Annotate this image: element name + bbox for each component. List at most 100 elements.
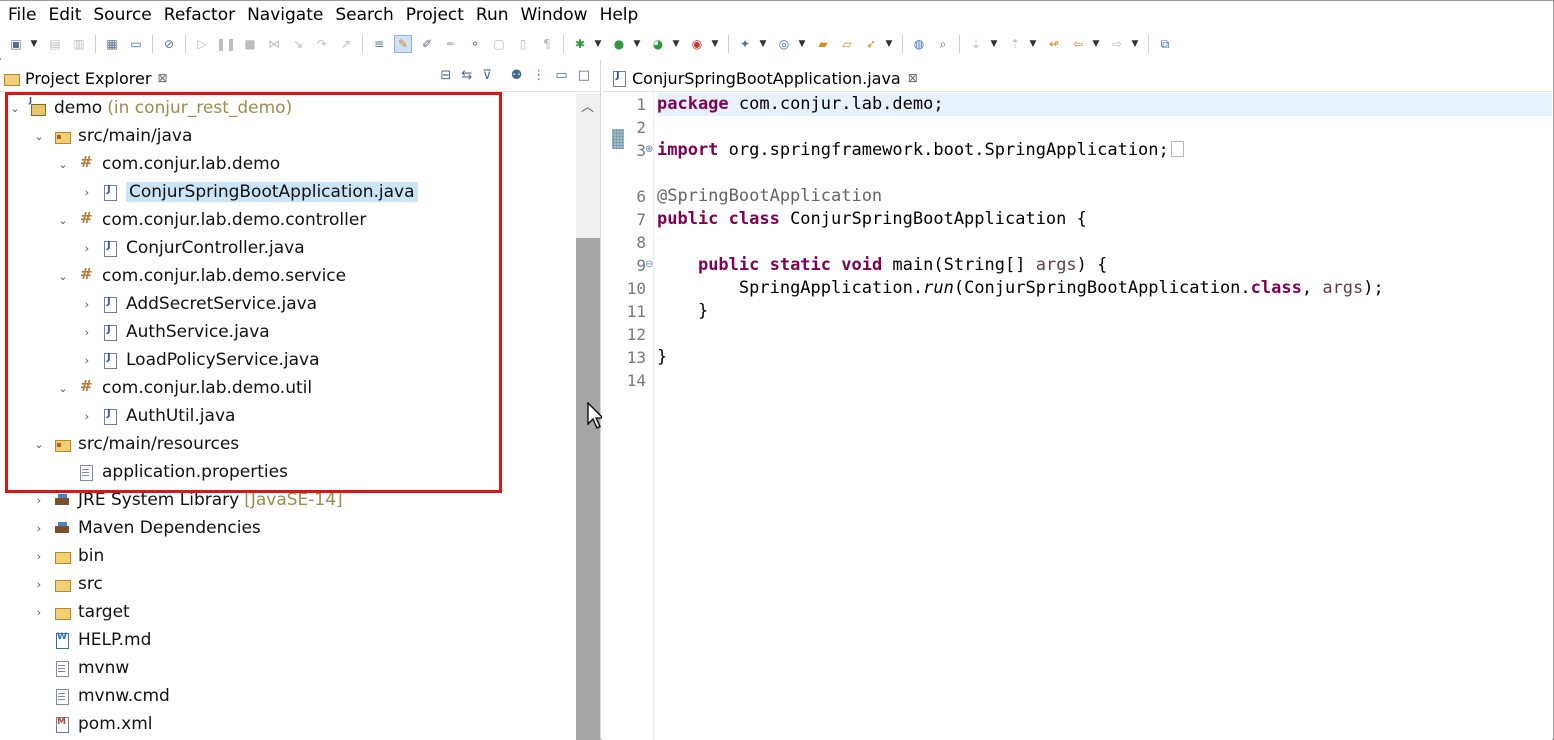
scroll-up-icon[interactable]: ︿ <box>581 96 594 115</box>
run-dropdown-icon[interactable]: ▼ <box>631 35 643 53</box>
tree-item[interactable]: › AddSecretService.java <box>80 290 317 318</box>
chevron-down-icon[interactable]: ⌄ <box>56 158 70 171</box>
back-dropdown-icon[interactable]: ▼ <box>1090 35 1102 53</box>
code-line-1[interactable]: package com.conjur.lab.demo; <box>657 93 1552 116</box>
open-folder-icon[interactable]: ▱ <box>838 35 856 53</box>
minimize-icon[interactable]: ▭ <box>555 68 567 83</box>
terminate-icon[interactable]: ■ <box>241 35 259 53</box>
menu-run[interactable]: Run <box>470 1 515 30</box>
next-annotation-dropdown-icon[interactable]: ▼ <box>988 35 1000 53</box>
chevron-down-icon[interactable]: ⌄ <box>56 270 70 283</box>
collapsed-imports-icon[interactable] <box>1170 141 1184 157</box>
filter-icon[interactable]: ⊽ <box>482 68 492 83</box>
new-icon[interactable]: ▣ <box>7 35 25 53</box>
rocket-icon[interactable]: ➶ <box>862 35 880 53</box>
next-annotation-icon[interactable]: ⇣ <box>967 35 985 53</box>
tree-item[interactable]: › ConjurController.java <box>80 234 305 262</box>
project-explorer-tab[interactable]: Project Explorer ⊠ <box>4 64 168 92</box>
previous-annotation-dropdown-icon[interactable]: ▼ <box>1027 35 1039 53</box>
open-type-icon[interactable]: ▰ <box>814 35 832 53</box>
chevron-right-icon[interactable]: › <box>80 326 94 339</box>
binary-icon[interactable]: ▦ <box>103 35 121 53</box>
tree-item[interactable]: › LoadPolicyService.java <box>80 346 320 374</box>
chevron-right-icon[interactable]: › <box>32 494 46 507</box>
tree-item[interactable]: ⌄ com.conjur.lab.demo.util <box>56 374 312 402</box>
chevron-right-icon[interactable]: › <box>80 186 94 199</box>
previous-annotation-icon[interactable]: ⇡ <box>1006 35 1024 53</box>
new-class-dropdown-icon[interactable]: ▼ <box>796 35 808 53</box>
chevron-right-icon[interactable]: › <box>80 242 94 255</box>
tree-item[interactable]: › Maven Dependencies <box>32 514 261 542</box>
menu-refactor[interactable]: Refactor <box>158 1 241 30</box>
close-icon[interactable]: ⊠ <box>157 71 167 85</box>
save-icon[interactable]: ▤ <box>46 35 64 53</box>
tree-item[interactable]: ⌄ com.conjur.lab.demo.service <box>56 262 346 290</box>
new-class-icon[interactable]: ◎ <box>775 35 793 53</box>
code-area[interactable]: package com.conjur.lab.demo; import org.… <box>657 92 1552 740</box>
tree-item[interactable]: pom.xml <box>32 710 153 738</box>
step-over-icon[interactable]: ↷ <box>313 35 331 53</box>
tree-item[interactable]: ⌄ com.conjur.lab.demo.controller <box>56 206 366 234</box>
code-line-11[interactable]: } <box>657 300 1552 323</box>
tree-item[interactable]: ⌄ com.conjur.lab.demo <box>56 150 280 178</box>
menu-source[interactable]: Source <box>87 1 157 30</box>
annotation-icon[interactable]: ✐ <box>418 35 436 53</box>
tree-item[interactable]: › target <box>32 598 130 626</box>
tree-item[interactable]: ⌄ src/main/java <box>32 122 192 150</box>
rocket-dropdown-icon[interactable]: ▼ <box>883 35 895 53</box>
pen-icon[interactable]: ✒ <box>442 35 460 53</box>
step-into-icon[interactable]: ↘ <box>289 35 307 53</box>
chevron-right-icon[interactable]: › <box>80 354 94 367</box>
code-line-6[interactable]: @SpringBootApplication <box>657 185 1552 208</box>
menu-help[interactable]: Help <box>594 1 645 30</box>
new-dropdown-icon[interactable]: ▼ <box>28 35 40 53</box>
tree-item[interactable]: ⌄ demo(in conjur_rest_demo) <box>8 94 292 122</box>
pin-editor-icon[interactable]: ⧉ <box>1156 35 1174 53</box>
menu-navigate[interactable]: Navigate <box>241 1 329 30</box>
tree-item[interactable]: › AuthService.java <box>80 318 270 346</box>
word-wrap-icon[interactable]: ≡ <box>370 35 388 53</box>
tree-item[interactable]: application.properties <box>56 458 288 486</box>
terminal-icon[interactable]: ▭ <box>127 35 145 53</box>
resume-icon[interactable]: ▷ <box>193 35 211 53</box>
editor-tab[interactable]: ConjurSpringBootApplication.java ⊠ <box>612 64 918 92</box>
new-java-project-icon[interactable]: ✦ <box>736 35 754 53</box>
tree-item[interactable]: ⌄ src/main/resources <box>32 430 239 458</box>
tree-item[interactable]: mvnw.cmd <box>32 682 170 710</box>
tree-item[interactable]: HELP.md <box>32 626 151 654</box>
chevron-down-icon[interactable]: ⌄ <box>8 102 22 115</box>
tree-item[interactable]: › bin <box>32 542 105 570</box>
maximize-icon[interactable]: □ <box>578 68 590 83</box>
save-all-icon[interactable]: ▥ <box>70 35 88 53</box>
scrollbar-thumb[interactable] <box>576 238 600 740</box>
show-whitespace-icon[interactable]: ¶ <box>538 35 556 53</box>
code-line-9[interactable]: public static void main(String[] args) { <box>657 254 1552 277</box>
chevron-down-icon[interactable]: ⌄ <box>32 438 46 451</box>
disconnect-icon[interactable]: ⋈ <box>265 35 283 53</box>
chevron-right-icon[interactable]: › <box>80 410 94 423</box>
menu-file[interactable]: File <box>2 1 42 30</box>
chevron-right-icon[interactable]: › <box>32 522 46 535</box>
debug-icon[interactable]: ✱ <box>571 35 589 53</box>
new-java-project-dropdown-icon[interactable]: ▼ <box>757 35 769 53</box>
collapse-fold-icon[interactable]: ⊖ <box>645 259 653 270</box>
search-icon[interactable]: ⌕ <box>934 35 952 53</box>
chevron-right-icon[interactable]: › <box>32 606 46 619</box>
expand-fold-icon[interactable]: ⊕ <box>645 144 653 155</box>
menu-search[interactable]: Search <box>329 1 399 30</box>
options-icon[interactable]: ⚉ <box>511 68 523 83</box>
chevron-right-icon[interactable]: › <box>80 298 94 311</box>
suspend-icon[interactable]: ❚❚ <box>216 35 236 53</box>
brush-icon[interactable]: ⚬ <box>466 35 484 53</box>
close-icon[interactable]: ⊠ <box>908 71 918 85</box>
skip-breakpoints-icon[interactable]: ⊘ <box>160 35 178 53</box>
chevron-down-icon[interactable]: ⌄ <box>56 214 70 227</box>
code-line-13[interactable]: } <box>657 346 1552 369</box>
last-edit-icon[interactable]: ↫ <box>1045 35 1063 53</box>
link-with-editor-icon[interactable]: ⇆ <box>461 68 472 83</box>
external-tools-dropdown-icon[interactable]: ▼ <box>709 35 721 53</box>
step-return-icon[interactable]: ↗ <box>337 35 355 53</box>
forward-icon[interactable]: ⇨ <box>1108 35 1126 53</box>
chevron-right-icon[interactable]: › <box>32 578 46 591</box>
code-line-7[interactable]: public class ConjurSpringBootApplication… <box>657 208 1552 231</box>
